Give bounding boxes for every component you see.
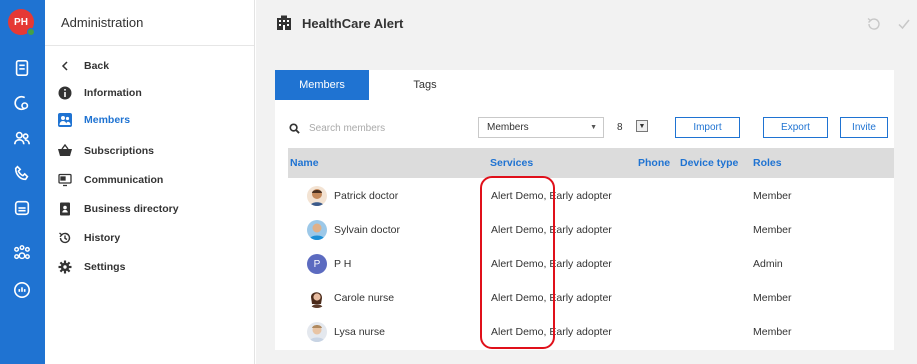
- sidebar-item-history[interactable]: History: [57, 228, 120, 248]
- member-avatar: [307, 322, 327, 342]
- sidebar-item-settings[interactable]: Settings: [57, 257, 125, 277]
- check-icon[interactable]: [896, 16, 912, 32]
- caret-down-icon: ▼: [590, 124, 597, 131]
- members-panel: Search members Members ▼ 8 ▼ Import Expo…: [275, 100, 894, 350]
- column-header-roles[interactable]: Roles: [753, 148, 782, 178]
- tab-bar: Members Tags: [275, 70, 894, 100]
- presence-dot: [27, 28, 35, 36]
- members-icon: [57, 112, 73, 128]
- news-icon[interactable]: [12, 198, 32, 218]
- sidebar-item-information[interactable]: Information: [57, 83, 142, 103]
- sidebar-item-communication[interactable]: Communication: [57, 170, 163, 190]
- import-button[interactable]: Import: [675, 117, 740, 138]
- member-name: Patrick doctor: [334, 190, 399, 202]
- phone-call-icon[interactable]: [12, 163, 32, 183]
- document-icon[interactable]: [12, 58, 32, 78]
- tab-members[interactable]: Members: [275, 70, 369, 100]
- column-header-name[interactable]: Name: [290, 148, 319, 178]
- dropdown-arrow-icon: ▼: [636, 120, 648, 132]
- column-header-phone[interactable]: Phone: [638, 148, 670, 178]
- column-header-device-type[interactable]: Device type: [680, 148, 738, 178]
- history-icon: [57, 230, 73, 246]
- highlight-annotation: [480, 176, 555, 349]
- table-row[interactable]: Sylvain doctor Alert Demo, Early adopter…: [288, 213, 894, 247]
- sidebar-item-subscriptions[interactable]: Subscriptions: [57, 141, 154, 161]
- sidebar-item-label: Communication: [84, 174, 164, 186]
- member-avatar: [307, 220, 327, 240]
- sidebar-item-label: History: [84, 232, 121, 244]
- member-role: Member: [753, 292, 792, 304]
- table-header: Name Services Phone Device type Roles: [288, 148, 894, 178]
- monitor-chat-icon: [57, 172, 73, 188]
- sidebar-item-back[interactable]: Back: [57, 56, 109, 76]
- table-row[interactable]: Carole nurse Alert Demo, Early adopter M…: [288, 281, 894, 315]
- member-role: Member: [753, 224, 792, 236]
- table-row[interactable]: P P H Alert Demo, Early adopter Admin: [288, 247, 894, 281]
- member-avatar: P: [307, 254, 327, 274]
- sidebar-item-label: Members: [84, 114, 131, 126]
- undo-icon[interactable]: [866, 16, 882, 32]
- sidebar-item-label: Settings: [84, 261, 126, 273]
- gear-icon: [57, 259, 73, 275]
- group-icon[interactable]: [12, 243, 32, 263]
- sidebar-item-label: Back: [84, 60, 110, 72]
- member-name: Lysa nurse: [334, 326, 385, 338]
- search-icon: [289, 122, 300, 134]
- member-filter-select[interactable]: Members ▼: [478, 117, 604, 138]
- main-area: HealthCare Alert Members Tags Search mem…: [256, 0, 917, 364]
- invite-button[interactable]: Invite: [840, 117, 888, 138]
- member-name: Carole nurse: [334, 292, 395, 304]
- building-icon: [276, 15, 292, 31]
- page-title: HealthCare Alert: [302, 15, 404, 31]
- app-rail: PH: [0, 0, 45, 364]
- member-role: Admin: [753, 258, 783, 270]
- column-header-services[interactable]: Services: [490, 148, 533, 178]
- admin-sidebar: Administration Back Information Members …: [45, 0, 255, 364]
- info-icon: [57, 85, 73, 101]
- page-header: HealthCare Alert: [256, 0, 917, 46]
- member-name: P H: [334, 258, 352, 270]
- sidebar-item-members[interactable]: Members: [57, 110, 130, 130]
- sidebar-item-business-directory[interactable]: Business directory: [57, 199, 179, 219]
- sidebar-item-label: Business directory: [84, 203, 179, 215]
- sidebar-item-label: Subscriptions: [84, 145, 155, 157]
- tab-tags[interactable]: Tags: [395, 70, 455, 100]
- sidebar-title: Administration: [45, 0, 254, 46]
- search-input-placeholder: Search members: [309, 122, 386, 134]
- contacts-book-icon: [57, 201, 73, 217]
- user-avatar[interactable]: PH: [8, 9, 35, 36]
- broadcast-icon[interactable]: [12, 280, 32, 300]
- sidebar-item-label: Information: [84, 87, 142, 99]
- member-avatar: [307, 186, 327, 206]
- phone-link-icon[interactable]: [12, 93, 32, 113]
- table-row[interactable]: Lysa nurse Alert Demo, Early adopter Mem…: [288, 315, 894, 349]
- export-button[interactable]: Export: [763, 117, 828, 138]
- member-avatar: [307, 288, 327, 308]
- page-size-value: 8: [617, 122, 623, 133]
- avatar-initials: PH: [14, 16, 28, 28]
- select-value: Members: [487, 122, 529, 133]
- member-name: Sylvain doctor: [334, 224, 400, 236]
- table-row[interactable]: Patrick doctor Alert Demo, Early adopter…: [288, 179, 894, 213]
- page-size-select[interactable]: 8 ▼: [612, 117, 652, 138]
- search-box[interactable]: Search members: [289, 120, 439, 136]
- chevron-left-icon: [57, 58, 73, 74]
- users-icon[interactable]: [12, 128, 32, 148]
- cart-icon: [57, 143, 73, 159]
- member-role: Member: [753, 326, 792, 338]
- member-role: Member: [753, 190, 792, 202]
